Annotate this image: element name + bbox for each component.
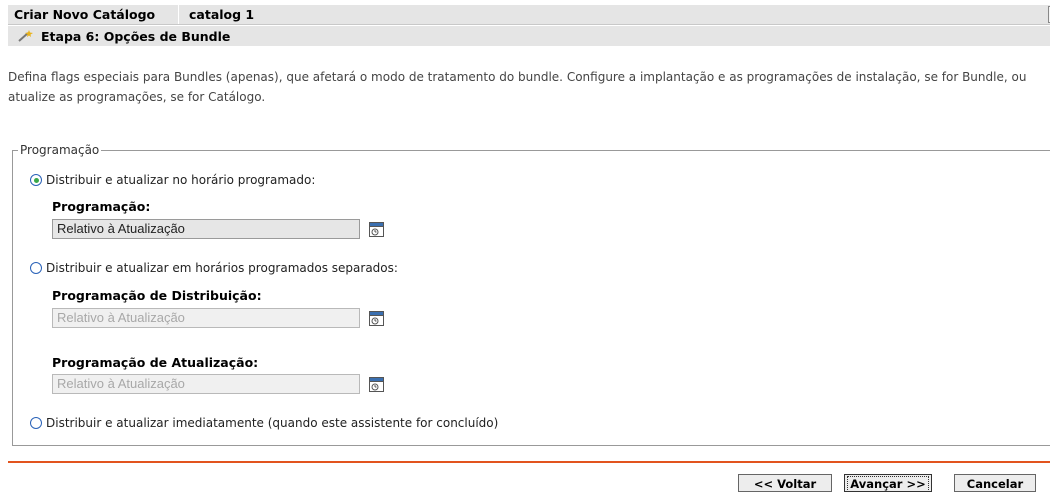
refresh-schedule-field[interactable]: Relativo à Atualização	[52, 374, 360, 394]
refresh-calendar-icon[interactable]	[369, 377, 384, 392]
step-title: Etapa 6: Opções de Bundle	[41, 29, 231, 44]
radio-scheduled-separate[interactable]	[30, 262, 42, 274]
wizard-header: Criar Novo Catálogo catalog 1 ?	[8, 5, 1050, 25]
schedule-group-legend: Programação	[18, 143, 102, 157]
radio-scheduled-same[interactable]	[30, 174, 42, 186]
wizard-title: Criar Novo Catálogo	[14, 7, 156, 22]
catalog-name: catalog 1	[189, 7, 255, 22]
schedule-calendar-icon[interactable]	[369, 222, 384, 237]
footer-rule	[8, 461, 1050, 463]
distribution-calendar-icon[interactable]	[369, 311, 384, 326]
schedule-field-label: Programação:	[52, 199, 151, 214]
step-header: Etapa 6: Opções de Bundle	[8, 26, 1050, 46]
header-divider	[178, 5, 179, 24]
wizard-wand-icon	[18, 30, 33, 42]
cancel-button[interactable]: Cancelar	[954, 474, 1036, 492]
distribution-schedule-field[interactable]: Relativo à Atualização	[52, 308, 360, 328]
refresh-schedule-label: Programação de Atualização:	[52, 355, 259, 370]
radio-scheduled-same-label[interactable]: Distribuir e atualizar no horário progra…	[46, 173, 315, 187]
radio-immediately[interactable]	[30, 417, 42, 429]
back-button[interactable]: << Voltar	[738, 474, 832, 492]
radio-immediately-label[interactable]: Distribuir e atualizar imediatamente (qu…	[46, 416, 498, 430]
schedule-field[interactable]: Relativo à Atualização	[52, 219, 360, 239]
next-button[interactable]: Avançar >>	[844, 474, 932, 492]
step-description: Defina flags especiais para Bundles (ape…	[8, 70, 1027, 104]
distribution-schedule-label: Programação de Distribuição:	[52, 288, 262, 303]
radio-scheduled-separate-label[interactable]: Distribuir e atualizar em horários progr…	[46, 261, 398, 275]
